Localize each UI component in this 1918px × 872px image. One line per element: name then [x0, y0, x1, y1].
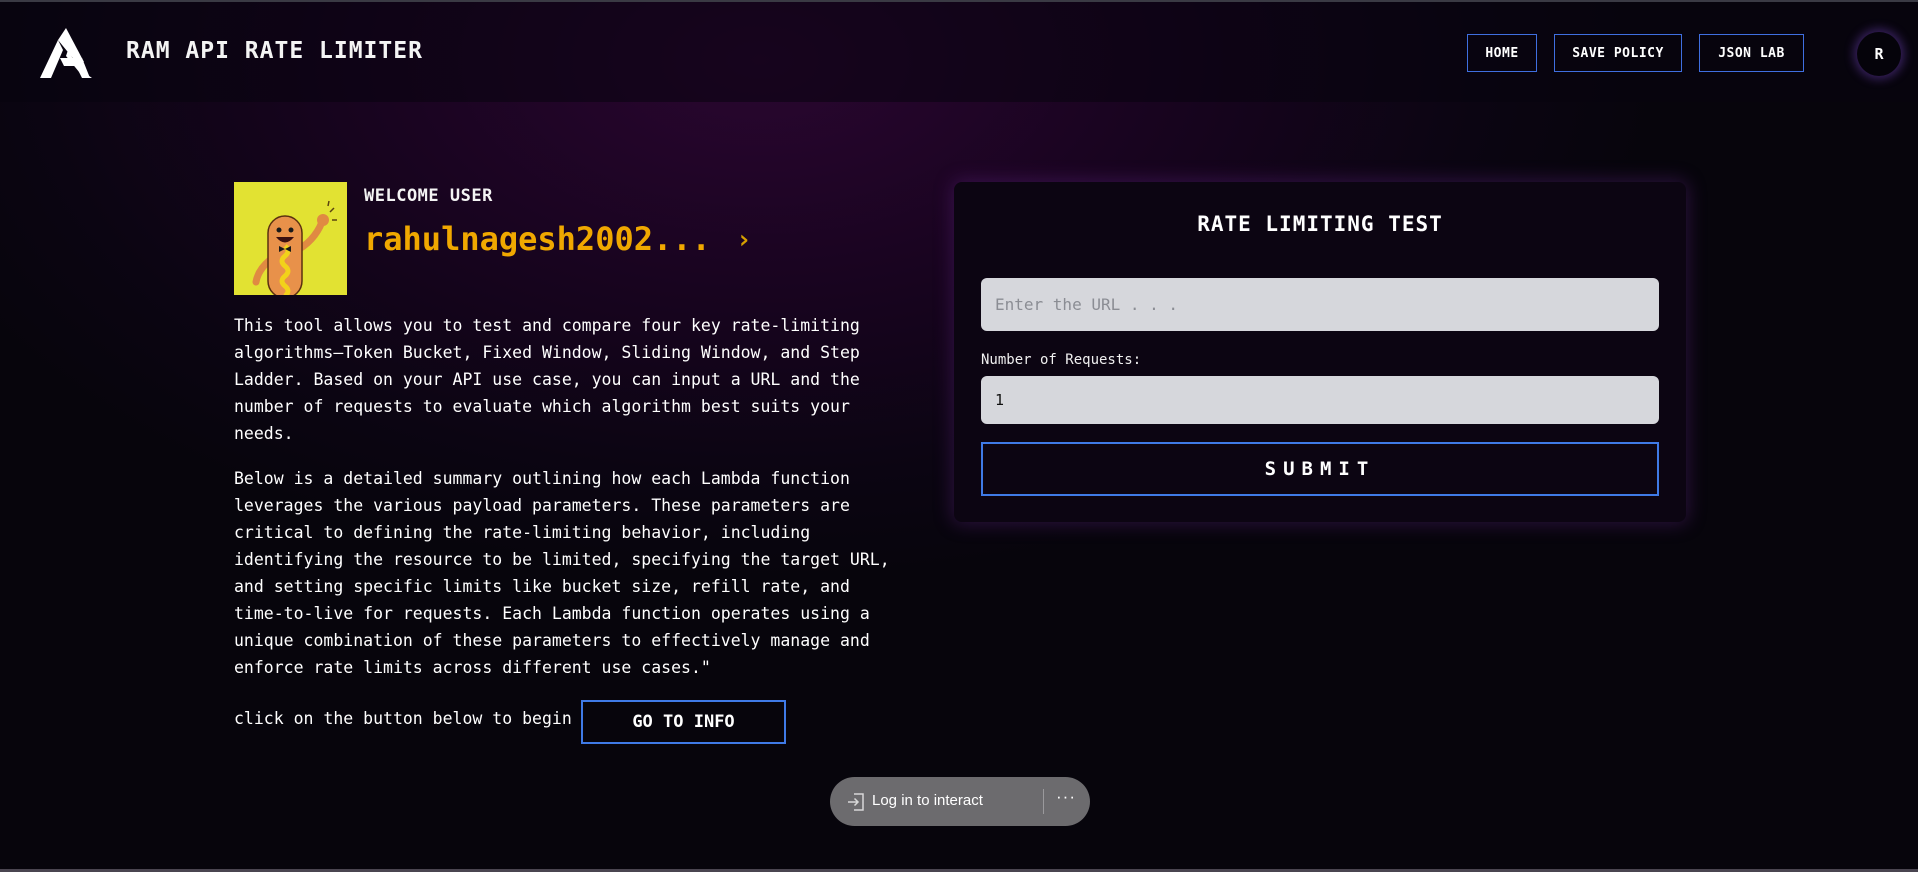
username-link[interactable]: rahulnagesh2002... — [364, 220, 711, 258]
login-icon — [848, 793, 864, 811]
app-title: RAM API RATE LIMITER — [126, 38, 423, 64]
nav-home-button[interactable]: HOME — [1467, 34, 1537, 72]
nav-save-policy-button[interactable]: SAVE POLICY — [1554, 34, 1682, 72]
submit-button[interactable]: SUBMIT — [981, 442, 1659, 496]
profile-avatar-image — [234, 182, 347, 295]
logo-icon[interactable] — [38, 28, 94, 80]
card-title: RATE LIMITING TEST — [1197, 212, 1443, 236]
chevron-right-icon[interactable]: › — [736, 225, 752, 255]
header: RAM API RATE LIMITER HOME SAVE POLICY JS… — [0, 2, 1918, 102]
more-options-icon[interactable]: ··· — [1056, 787, 1076, 807]
user-avatar[interactable]: R — [1857, 32, 1901, 76]
hotdog-character-icon — [234, 182, 347, 295]
go-to-info-button[interactable]: GO TO INFO — [581, 700, 786, 744]
url-input[interactable] — [981, 278, 1659, 331]
requests-input[interactable] — [981, 376, 1659, 424]
summary-paragraph: Below is a detailed summary outlining ho… — [234, 469, 890, 677]
divider — [1043, 789, 1044, 814]
login-bar[interactable]: Log in to interact ··· — [830, 777, 1090, 826]
requests-label: Number of Requests: — [981, 352, 1142, 368]
nav-json-lab-button[interactable]: JSON LAB — [1699, 34, 1804, 72]
intro-paragraph: This tool allows you to test and compare… — [234, 316, 860, 443]
cta-text: click on the button below to begin — [234, 709, 572, 728]
welcome-heading: WELCOME USER — [364, 186, 493, 206]
login-label[interactable]: Log in to interact — [872, 792, 983, 809]
